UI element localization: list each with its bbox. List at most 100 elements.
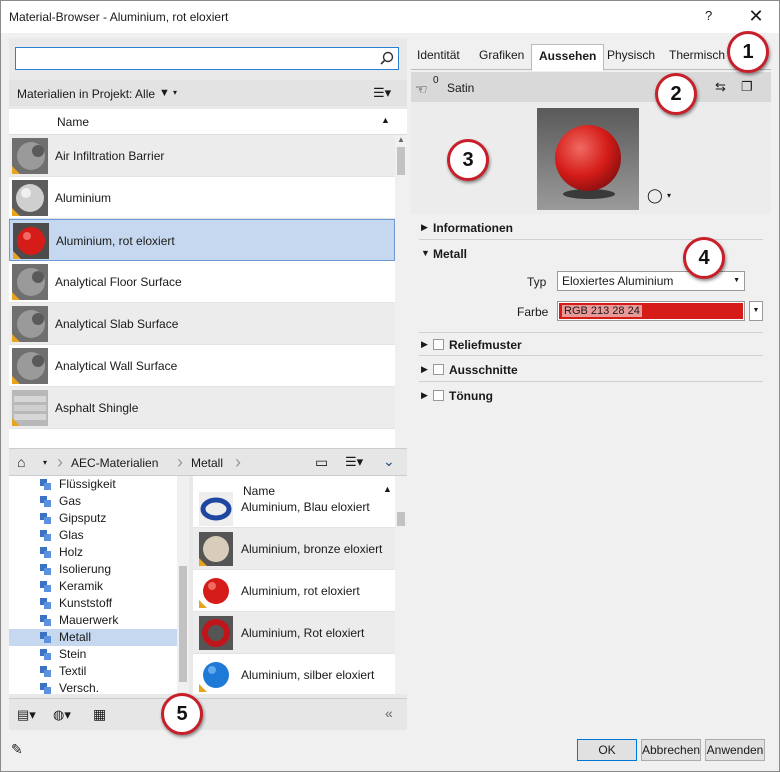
collapse-arrow-icon[interactable]: ▼ <box>421 248 430 258</box>
tree-item[interactable]: Versch. <box>9 680 189 694</box>
list-item[interactable]: Analytical Wall Surface <box>9 345 395 387</box>
duplicate-asset-icon[interactable]: ❐ <box>741 79 753 95</box>
tab-thermisch[interactable]: Thermisch <box>669 48 725 62</box>
section-ausschnitte[interactable]: ▶ Ausschnitte <box>419 358 763 382</box>
panel-toggle-icon[interactable]: ▭ <box>315 454 328 471</box>
section-title: Tönung <box>449 389 493 403</box>
chevron-down-icon[interactable]: ▾ <box>173 88 177 97</box>
tree-item[interactable]: Gipsputz <box>9 510 189 527</box>
replace-asset-icon[interactable]: ⇆ <box>715 79 726 95</box>
list-item[interactable]: Aluminium, Blau eloxiert <box>193 492 395 528</box>
tree-item[interactable]: Mauerwerk <box>9 612 189 629</box>
list-item[interactable]: Asphalt Shingle <box>9 387 395 429</box>
list-item-label: Analytical Slab Surface <box>55 317 179 331</box>
color-dropdown-button[interactable]: ▼ <box>749 301 763 321</box>
expand-arrow-icon[interactable]: ▶ <box>421 364 428 375</box>
tree-item-label: Mauerwerk <box>59 613 119 627</box>
tree-item[interactable]: Textil <box>9 663 189 680</box>
tree-item[interactable]: Isolierung <box>9 561 189 578</box>
tree-item[interactable]: Kunststoff <box>9 595 189 612</box>
tree-item-label: Gipsputz <box>59 511 107 525</box>
expand-arrow-icon[interactable]: ▶ <box>421 222 428 233</box>
material-thumb-icon <box>199 658 233 692</box>
cancel-button[interactable]: Abbrechen <box>641 739 701 761</box>
list-item[interactable]: Air Infiltration Barrier <box>9 135 395 177</box>
material-thumb-icon <box>199 532 233 566</box>
category-icon <box>40 564 51 575</box>
breadcrumb-aec-materialien[interactable]: AEC-Materialien <box>71 456 158 470</box>
search-input[interactable] <box>15 47 399 70</box>
category-icon <box>40 683 51 694</box>
search-icon[interactable] <box>380 51 394 65</box>
material-thumb-icon <box>199 616 233 650</box>
toenung-checkbox[interactable] <box>433 390 444 401</box>
globe-add-icon[interactable]: ◍▾ <box>53 707 71 723</box>
scroll-up-icon[interactable]: ▲ <box>397 135 405 144</box>
list-view-icon[interactable]: ☰▾ <box>373 85 391 101</box>
chevron-down-icon[interactable]: ▾ <box>43 458 47 467</box>
tree-item[interactable]: Flüssigkeit <box>9 476 189 493</box>
tree-item[interactable]: Keramik <box>9 578 189 595</box>
list-item[interactable]: Aluminium, Rot eloxiert <box>193 612 395 654</box>
scroll-thumb[interactable] <box>397 147 405 175</box>
section-toenung[interactable]: ▶ Tönung <box>419 384 763 408</box>
ok-button[interactable]: OK <box>577 739 637 761</box>
list-item[interactable]: Aluminium <box>9 177 395 219</box>
library-scrollbar[interactable] <box>395 476 407 694</box>
asset-name: Satin <box>447 81 475 95</box>
tree-item[interactable]: Gas <box>9 493 189 510</box>
close-button[interactable]: ✕ <box>745 5 767 27</box>
list-header[interactable]: Name ▲ <box>9 109 407 135</box>
tree-item-selected[interactable]: Metall <box>9 629 189 646</box>
list-item-label: Aluminium, rot eloxiert <box>241 584 360 598</box>
expand-double-chevron-icon[interactable]: ⌄ <box>383 453 395 470</box>
column-header-name[interactable]: Name <box>57 115 89 129</box>
expand-arrow-icon[interactable]: ▶ <box>421 390 428 401</box>
tree-item[interactable]: Stein <box>9 646 189 663</box>
type-dropdown-value: Eloxiertes Aluminium <box>562 274 674 288</box>
folder-open-icon[interactable]: ▤▾ <box>17 707 36 723</box>
section-reliefmuster[interactable]: ▶ Reliefmuster <box>419 332 763 356</box>
reliefmuster-checkbox[interactable] <box>433 339 444 350</box>
tab-grafiken[interactable]: Grafiken <box>479 48 524 62</box>
tab-identitaet[interactable]: Identität <box>417 48 460 62</box>
list-item-selected[interactable]: Aluminium, rot eloxiert <box>9 219 395 261</box>
list-view-icon[interactable]: ☰▾ <box>345 454 363 470</box>
list-scrollbar[interactable]: ▲ <box>395 135 407 475</box>
scroll-thumb[interactable] <box>179 566 187 682</box>
category-icon <box>40 598 51 609</box>
list-item[interactable]: Aluminium, rot eloxiert <box>193 570 395 612</box>
edit-material-icon[interactable]: ✎ <box>11 741 23 758</box>
library-panel-icon[interactable]: ▦ <box>93 706 106 723</box>
asset-usage-count: 0 <box>433 75 439 86</box>
list-item[interactable]: Aluminium, bronze eloxiert <box>193 528 395 570</box>
chevron-down-icon[interactable]: ▾ <box>667 191 671 200</box>
section-informationen[interactable]: ▶ Informationen <box>419 216 763 240</box>
funnel-icon[interactable]: ▼ <box>159 87 170 99</box>
tab-aussehen[interactable]: Aussehen <box>531 44 605 71</box>
tree-item[interactable]: Holz <box>9 544 189 561</box>
list-item[interactable]: Analytical Floor Surface <box>9 261 395 303</box>
color-field[interactable]: RGB 213 28 24 <box>557 301 745 321</box>
expand-arrow-icon[interactable]: ▶ <box>421 339 428 350</box>
section-title: Ausschnitte <box>449 363 518 377</box>
tree-item[interactable]: Glas <box>9 527 189 544</box>
type-label: Typ <box>527 275 547 289</box>
list-item-label: Analytical Wall Surface <box>55 359 178 373</box>
apply-button[interactable]: Anwenden <box>705 739 765 761</box>
list-item[interactable]: Analytical Slab Surface <box>9 303 395 345</box>
list-item[interactable]: Aluminium, silber eloxiert <box>193 654 395 694</box>
breadcrumb-separator-icon: › <box>235 452 241 472</box>
tree-scrollbar[interactable] <box>177 476 189 694</box>
column-header-name[interactable]: Name <box>243 484 275 498</box>
scroll-thumb[interactable] <box>397 512 405 526</box>
tab-physisch[interactable]: Physisch <box>607 48 655 62</box>
help-button[interactable]: ? <box>705 8 712 23</box>
breadcrumb-metall[interactable]: Metall <box>191 456 223 470</box>
collapse-double-chevron-icon[interactable]: « <box>385 705 393 721</box>
material-thumb-icon <box>12 138 48 174</box>
tree-item-label: Isolierung <box>59 562 112 576</box>
home-icon[interactable]: ⌂ <box>17 454 25 470</box>
preview-shape-icon[interactable]: ◯ <box>647 187 663 204</box>
ausschnitte-checkbox[interactable] <box>433 364 444 375</box>
